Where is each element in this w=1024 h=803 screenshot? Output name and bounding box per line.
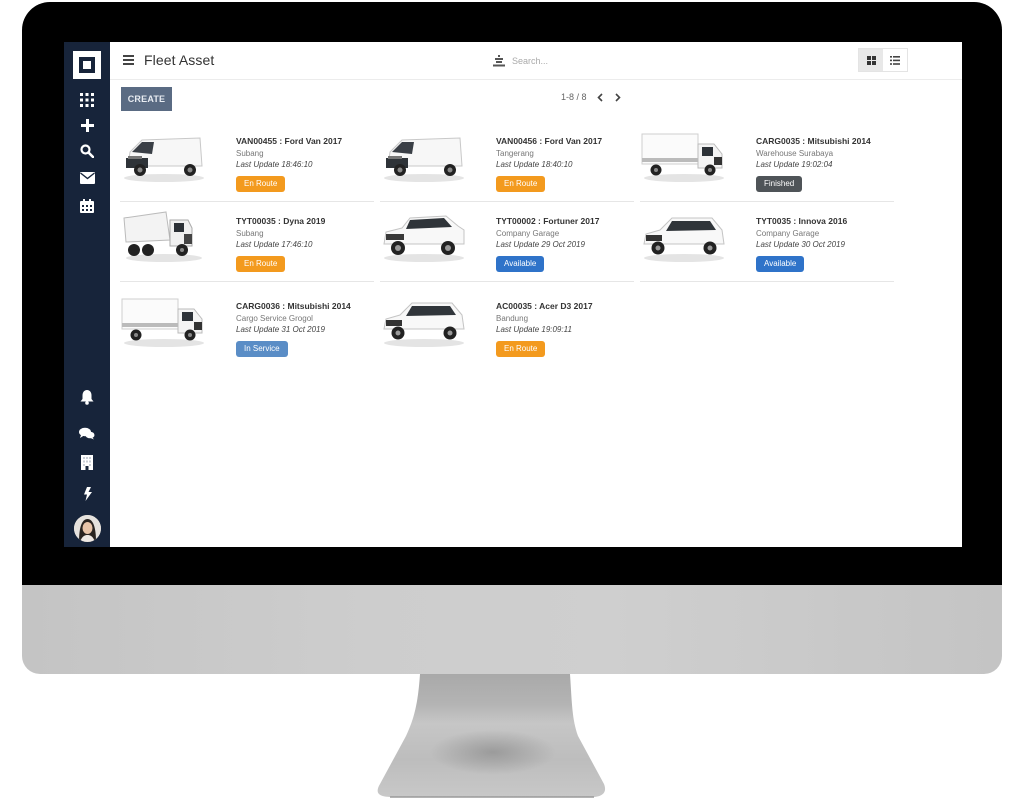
status-badge[interactable]: En Route (236, 176, 286, 192)
asset-card[interactable]: TYT00035 : Dyna 2019 Subang Last Update … (120, 202, 374, 282)
asset-info: TYT00035 : Dyna 2019 Subang Last Update … (236, 216, 376, 272)
search-input[interactable] (512, 56, 632, 66)
asset-last-update: Last Update 19:02:04 (756, 160, 833, 169)
status-badge[interactable]: Available (756, 256, 805, 272)
calendar-icon[interactable] (77, 196, 97, 216)
asset-title: TYT00035 : Dyna 2019 (236, 216, 326, 226)
search-bar (493, 53, 632, 69)
asset-info: TYT0035 : Innova 2016 Company Garage Las… (756, 216, 896, 272)
create-button[interactable]: CREATE (121, 87, 172, 111)
asset-location: Subang (236, 149, 264, 158)
pager: 1-8 / 8 (561, 92, 623, 102)
asset-card[interactable]: TYT0035 : Innova 2016 Company Garage Las… (640, 202, 894, 282)
suv-image (380, 208, 468, 264)
mpv-image (640, 208, 728, 264)
mail-icon[interactable] (77, 168, 97, 188)
view-toggle (858, 48, 908, 72)
asset-card[interactable]: CARG0035 : Mitsubishi 2014 Warehouse Sur… (640, 122, 894, 202)
status-badge[interactable]: In Service (236, 341, 288, 357)
asset-location: Company Garage (496, 229, 560, 238)
asset-location: Warehouse Surabaya (756, 149, 834, 158)
grid-view-button[interactable] (859, 49, 883, 71)
asset-title: VAN00455 : Ford Van 2017 (236, 136, 343, 146)
asset-last-update: Last Update 29 Oct 2019 (496, 240, 585, 249)
asset-location: Tangerang (496, 149, 534, 158)
user-avatar[interactable] (74, 515, 101, 542)
asset-location: Subang (236, 229, 264, 238)
asset-title: AC00035 : Acer D3 2017 (496, 301, 593, 311)
asset-card[interactable]: CARG0036 : Mitsubishi 2014 Cargo Service… (120, 287, 374, 367)
status-badge[interactable]: Finished (756, 176, 803, 192)
status-badge[interactable]: En Route (496, 341, 546, 357)
asset-card[interactable]: VAN00456 : Ford Van 2017 Tangerang Last … (380, 122, 634, 202)
chevron-left-icon (596, 92, 603, 102)
asset-card[interactable]: AC00035 : Acer D3 2017 Bandung Last Upda… (380, 287, 634, 367)
asset-info: AC00035 : Acer D3 2017 Bandung Last Upda… (496, 301, 636, 357)
sidebar (64, 42, 110, 547)
plus-icon[interactable] (77, 115, 97, 135)
box-truck-image (640, 128, 728, 184)
list-view-icon (890, 55, 900, 65)
bolt-icon[interactable] (77, 484, 97, 504)
pager-range: 1-8 / 8 (561, 92, 587, 102)
main-content: Fleet Asset CREATE 1-8 / 8 (110, 42, 962, 547)
asset-title: TYT00002 : Fortuner 2017 (496, 216, 600, 226)
dump-truck-image (120, 208, 208, 264)
asset-title: VAN00456 : Ford Van 2017 (496, 136, 603, 146)
asset-title: CARG0036 : Mitsubishi 2014 (236, 301, 351, 311)
app-screen: Fleet Asset CREATE 1-8 / 8 (64, 42, 962, 547)
next-page-button[interactable] (614, 92, 623, 102)
asset-title: CARG0035 : Mitsubishi 2014 (756, 136, 871, 146)
asset-info: VAN00456 : Ford Van 2017 Tangerang Last … (496, 136, 636, 192)
status-badge[interactable]: En Route (236, 256, 286, 272)
asset-last-update: Last Update 30 Oct 2019 (756, 240, 845, 249)
van-image (120, 128, 208, 184)
grid-view-icon (866, 55, 876, 65)
asset-info: TYT00002 : Fortuner 2017 Company Garage … (496, 216, 636, 272)
status-badge[interactable]: Available (496, 256, 545, 272)
asset-title: TYT0035 : Innova 2016 (756, 216, 848, 226)
asset-info: VAN00455 : Ford Van 2017 Subang Last Upd… (236, 136, 376, 192)
asset-location: Bandung (496, 314, 529, 323)
bell-icon[interactable] (77, 387, 97, 407)
asset-last-update: Last Update 17:46:10 (236, 240, 313, 249)
filter-search-icon[interactable] (493, 55, 505, 67)
prev-page-button[interactable] (596, 92, 605, 102)
mpv-image (380, 293, 468, 349)
chat-icon[interactable] (77, 423, 97, 443)
search-icon[interactable] (77, 141, 97, 161)
van-image (380, 128, 468, 184)
status-badge[interactable]: En Route (496, 176, 546, 192)
asset-info: CARG0035 : Mitsubishi 2014 Warehouse Sur… (756, 136, 896, 192)
building-icon[interactable] (77, 452, 97, 472)
app-logo[interactable] (72, 50, 102, 80)
asset-card[interactable]: VAN00455 : Ford Van 2017 Subang Last Upd… (120, 122, 374, 202)
monitor-stand (377, 674, 606, 798)
list-view-button[interactable] (883, 49, 907, 71)
page-title: Fleet Asset (144, 52, 215, 68)
chevron-right-icon (614, 92, 621, 102)
asset-last-update: Last Update 18:46:10 (236, 160, 313, 169)
monitor-chin (22, 585, 1002, 674)
asset-location: Cargo Service Grogol (236, 314, 313, 323)
apps-grid-icon[interactable] (77, 90, 97, 110)
asset-location: Company Garage (756, 229, 820, 238)
menu-icon[interactable] (123, 55, 134, 65)
asset-last-update: Last Update 19:09:11 (496, 325, 572, 334)
asset-last-update: Last Update 18:40:10 (496, 160, 573, 169)
asset-info: CARG0036 : Mitsubishi 2014 Cargo Service… (236, 301, 376, 357)
asset-card[interactable]: TYT00002 : Fortuner 2017 Company Garage … (380, 202, 634, 282)
box-truck-image (120, 293, 208, 349)
asset-last-update: Last Update 31 Oct 2019 (236, 325, 325, 334)
top-bar: Fleet Asset (110, 42, 962, 80)
